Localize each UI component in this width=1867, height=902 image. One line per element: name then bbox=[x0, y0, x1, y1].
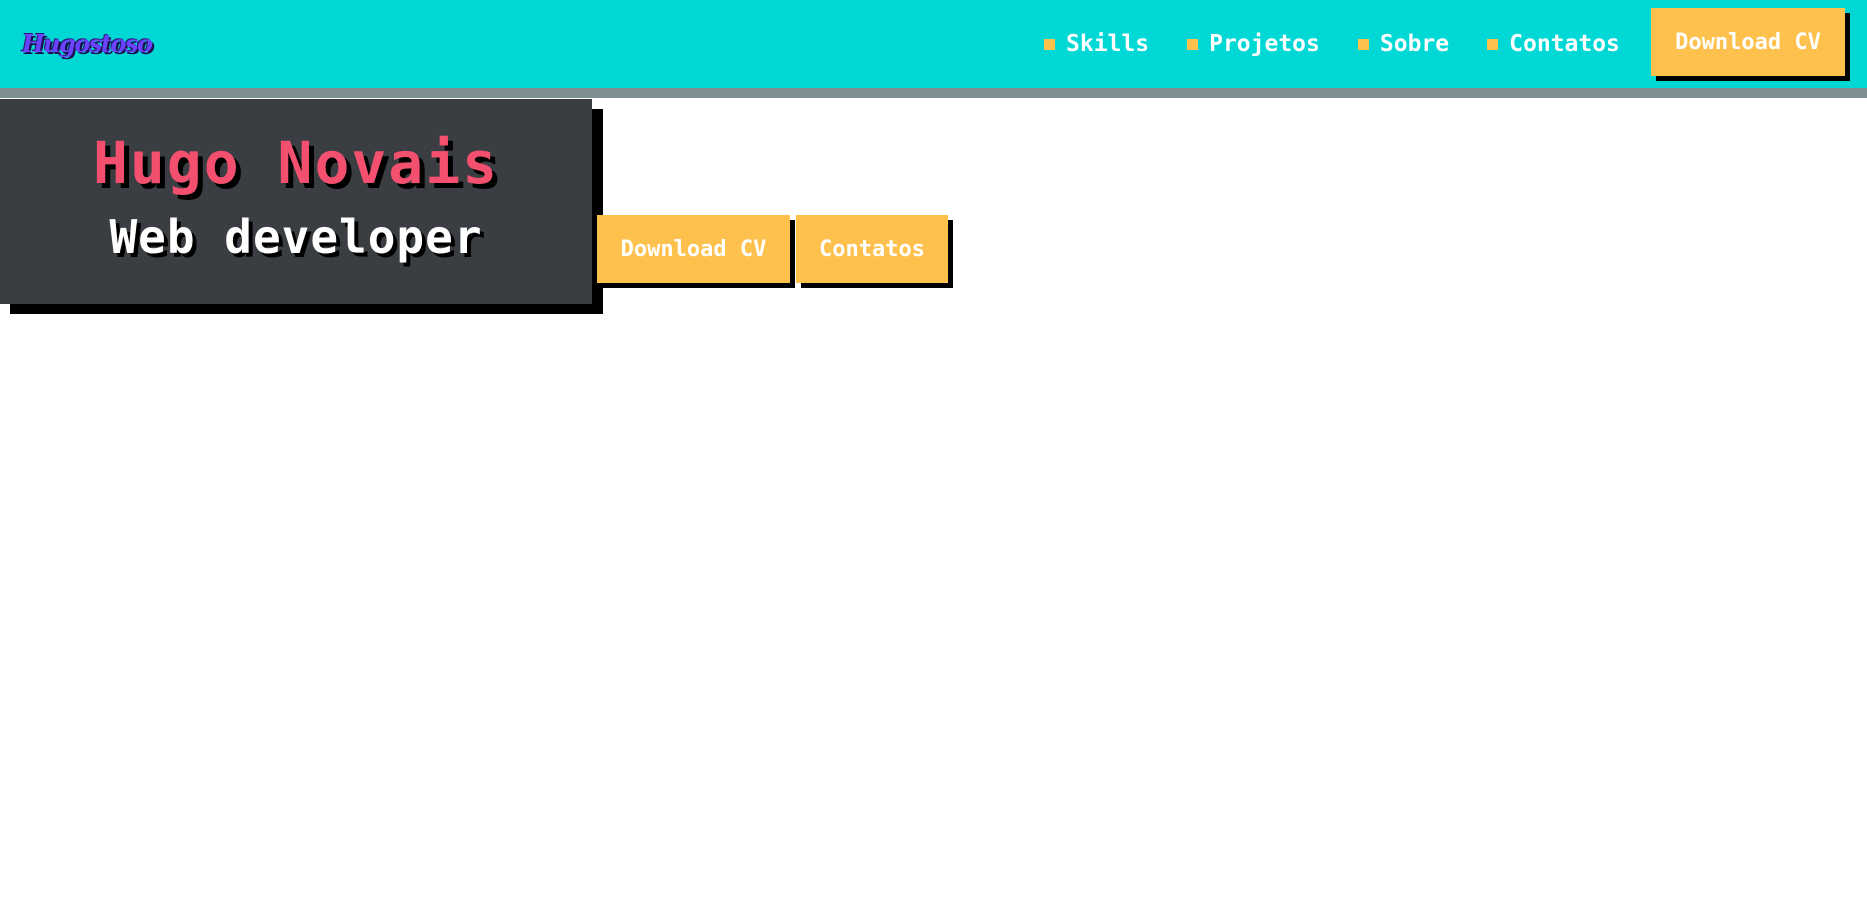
hero-role: Web developer bbox=[109, 210, 483, 264]
nav-item-label: Sobre bbox=[1379, 31, 1450, 57]
hero-card: Hugo Novais Web developer bbox=[0, 99, 592, 304]
hero-download-cv-button[interactable]: Download CV bbox=[597, 215, 790, 283]
nav-item-label: Skills bbox=[1066, 31, 1150, 57]
nav-item-label: Projetos bbox=[1209, 31, 1320, 57]
header-download-cv-button[interactable]: Download CV bbox=[1651, 8, 1845, 76]
square-bullet-icon bbox=[1487, 38, 1499, 50]
hero-contact-button[interactable]: Contatos bbox=[796, 215, 948, 283]
navbar-divider bbox=[0, 88, 1867, 98]
main-nav: Skills Projetos Sobre Contatos bbox=[1044, 0, 1620, 88]
site-logo[interactable]: Hugostoso bbox=[22, 26, 153, 62]
square-bullet-icon bbox=[1187, 38, 1199, 50]
nav-item-sobre[interactable]: Sobre bbox=[1357, 31, 1450, 57]
square-bullet-icon bbox=[1357, 38, 1369, 50]
hero-name: Hugo Novais bbox=[92, 129, 500, 197]
top-navbar: Hugostoso Skills Projetos Sobre Contatos… bbox=[0, 0, 1867, 88]
nav-item-projetos[interactable]: Projetos bbox=[1187, 31, 1320, 57]
nav-item-label: Contatos bbox=[1509, 31, 1620, 57]
nav-item-skills[interactable]: Skills bbox=[1044, 31, 1149, 57]
square-bullet-icon bbox=[1044, 38, 1055, 50]
nav-item-contatos[interactable]: Contatos bbox=[1487, 31, 1620, 57]
